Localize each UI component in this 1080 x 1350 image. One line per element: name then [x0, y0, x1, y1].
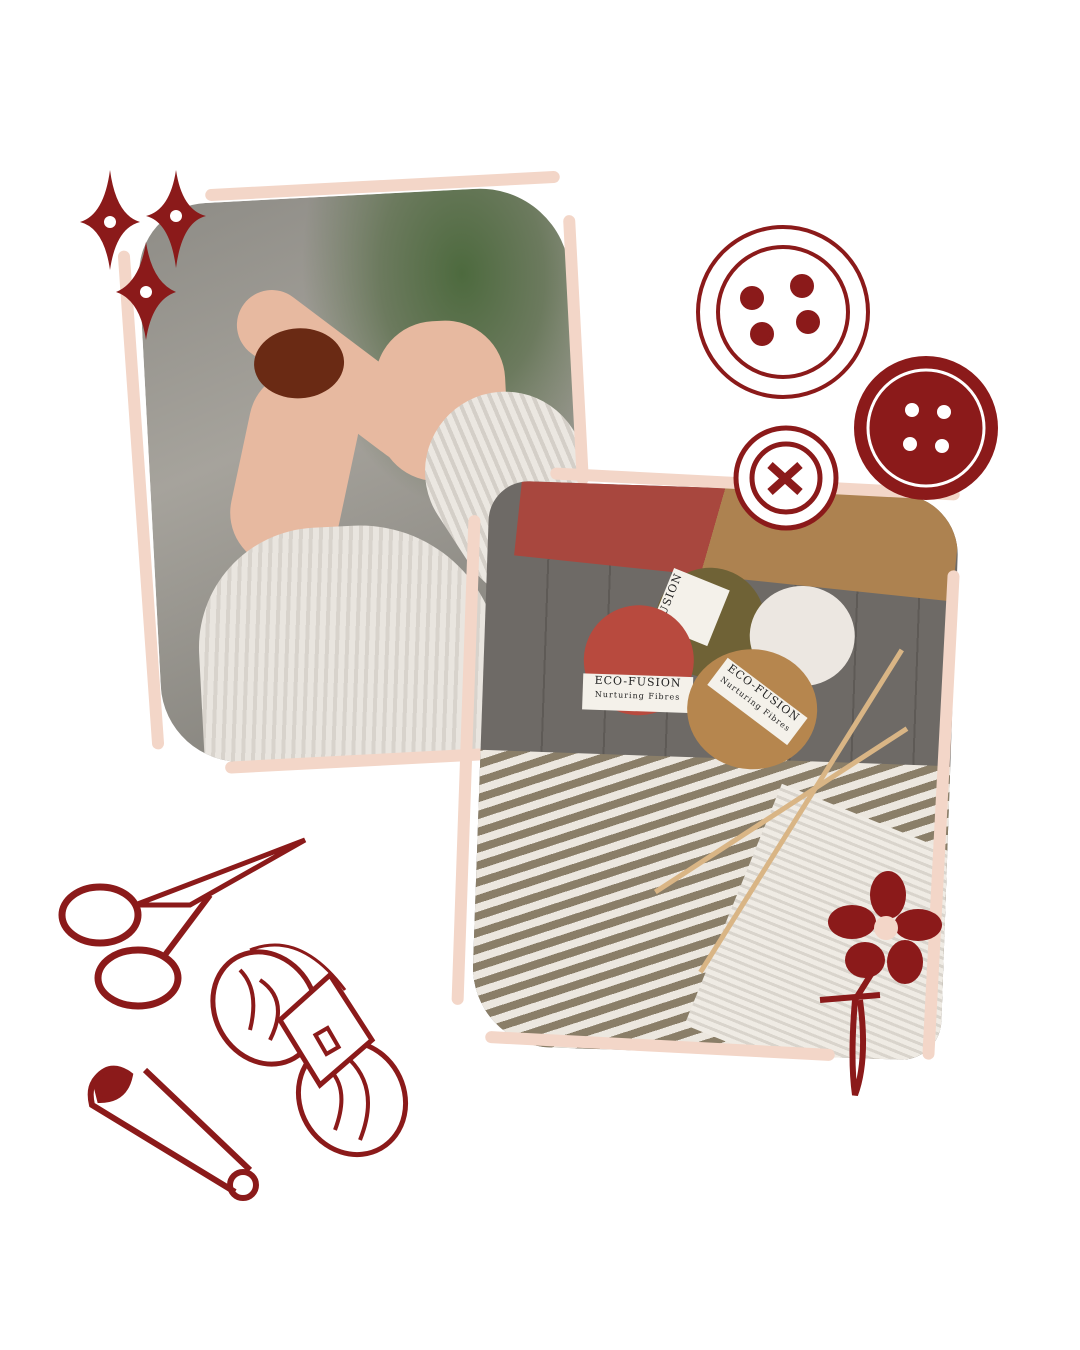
button-icon	[733, 425, 839, 531]
scissors-icon	[58, 837, 307, 1010]
yarn-skein-icon	[210, 943, 409, 1158]
safety-pin-icon	[87, 1065, 259, 1201]
doodles-layer	[58, 170, 998, 1201]
button-icon	[854, 356, 998, 500]
flower-icon	[819, 871, 942, 1097]
button-icon	[696, 225, 870, 399]
sparkles-icon	[80, 170, 206, 340]
